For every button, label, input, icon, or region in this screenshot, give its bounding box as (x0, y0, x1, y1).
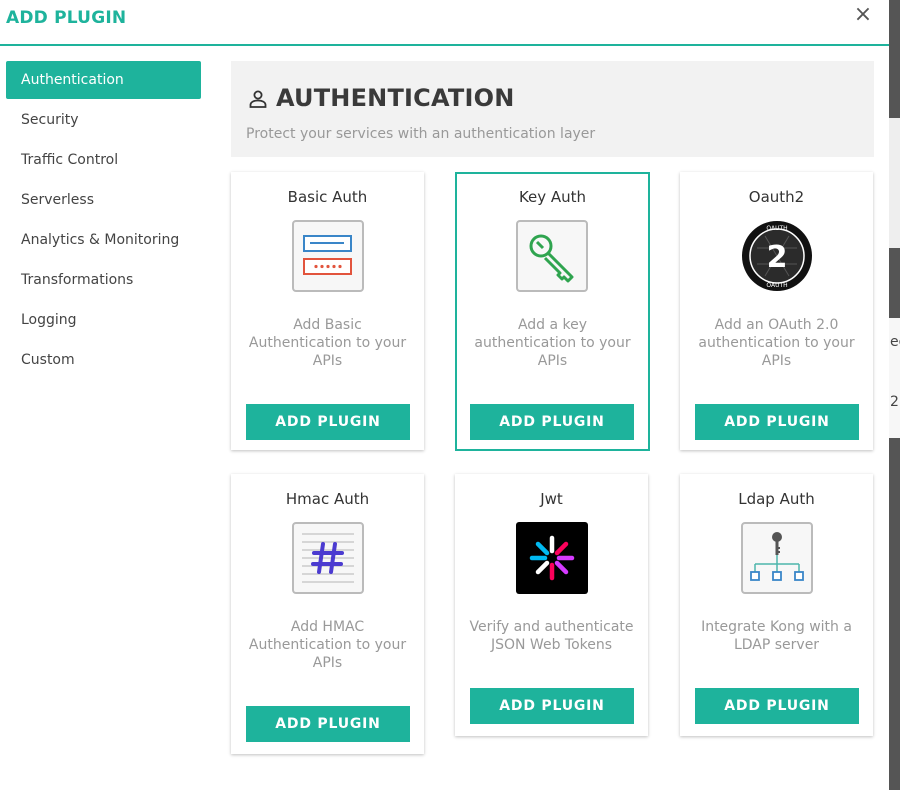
sidebar-item-serverless[interactable]: Serverless (6, 181, 201, 219)
plugin-description: Add Basic Authentication to your APIs (248, 317, 407, 369)
section-header: AUTHENTICATION Protect your services wit… (231, 61, 874, 157)
plugin-title: Hmac Auth (285, 490, 370, 508)
sidebar-item-custom[interactable]: Custom (6, 341, 201, 379)
plugin-title: Oauth2 (748, 188, 805, 206)
plugin-card-basic-auth: Basic Auth Add Basic Authentication to y… (231, 172, 424, 450)
add-plugin-button[interactable]: ADD PLUGIN (695, 688, 859, 724)
sidebar-item-security[interactable]: Security (6, 101, 201, 139)
background-text: 2 (890, 394, 899, 410)
plugin-title: Jwt (540, 490, 563, 508)
plugin-card-key-auth: Key Auth Add a key authentication to you… (455, 172, 650, 451)
plugin-description: Integrate Kong with a LDAP server (701, 619, 852, 653)
add-plugin-button[interactable]: ADD PLUGIN (470, 688, 634, 724)
oauth2-icon: 2 OAUTH OAUTH (742, 221, 812, 291)
plugin-card-ldap-auth: Ldap Auth Integrate Kong with a LDAP ser… (680, 474, 873, 736)
background-page: ec 2 (889, 0, 900, 790)
key-icon (516, 220, 588, 292)
plugin-title: Basic Auth (287, 188, 368, 206)
sidebar-item-logging[interactable]: Logging (6, 301, 201, 339)
hmac-hash-icon (292, 522, 364, 594)
plugin-description: Add a key authentication to your APIs (474, 317, 631, 369)
section-title: AUTHENTICATION (276, 84, 515, 112)
plugin-card-jwt: Jwt Verify and authenticate JSON Web Tok… (455, 474, 648, 736)
add-plugin-button[interactable]: ADD PLUGIN (246, 404, 410, 440)
sidebar-item-analytics-monitoring[interactable]: Analytics & Monitoring (6, 221, 201, 259)
ldap-icon (741, 522, 813, 594)
user-icon (249, 90, 267, 108)
sidebar-item-authentication[interactable]: Authentication (6, 61, 201, 99)
add-plugin-button[interactable]: ADD PLUGIN (695, 404, 859, 440)
plugin-title: Ldap Auth (738, 490, 815, 508)
close-icon[interactable]: × (852, 3, 874, 27)
basic-auth-icon (292, 220, 364, 292)
category-sidebar: Authentication Security Traffic Control … (6, 61, 201, 381)
svg-text:OAUTH: OAUTH (766, 225, 787, 232)
add-plugin-button[interactable]: ADD PLUGIN (246, 706, 410, 742)
sidebar-item-traffic-control[interactable]: Traffic Control (6, 141, 201, 179)
background-text: ec (890, 334, 900, 350)
add-plugin-modal: ADD PLUGIN × Authentication Security Tra… (0, 0, 889, 790)
plugin-card-oauth2: Oauth2 2 OAUTH OAUTH Add an OAuth 2.0 au… (680, 172, 873, 450)
jwt-icon (516, 522, 588, 594)
section-description: Protect your services with an authentica… (246, 126, 596, 142)
modal-header: ADD PLUGIN × (0, 0, 889, 46)
add-plugin-button[interactable]: ADD PLUGIN (470, 404, 634, 440)
modal-title: ADD PLUGIN (6, 8, 127, 28)
svg-text:2: 2 (767, 240, 788, 275)
plugin-description: Add an OAuth 2.0 authentication to your … (698, 317, 855, 369)
background-panel (889, 118, 900, 248)
plugin-description: Add HMAC Authentication to your APIs (248, 619, 407, 671)
sidebar-item-transformations[interactable]: Transformations (6, 261, 201, 299)
plugin-card-hmac-auth: Hmac Auth Add HMAC Authentication to you… (231, 474, 424, 754)
svg-text:OAUTH: OAUTH (766, 282, 787, 289)
plugin-title: Key Auth (518, 188, 587, 206)
plugin-description: Verify and authenticate JSON Web Tokens (469, 619, 634, 653)
